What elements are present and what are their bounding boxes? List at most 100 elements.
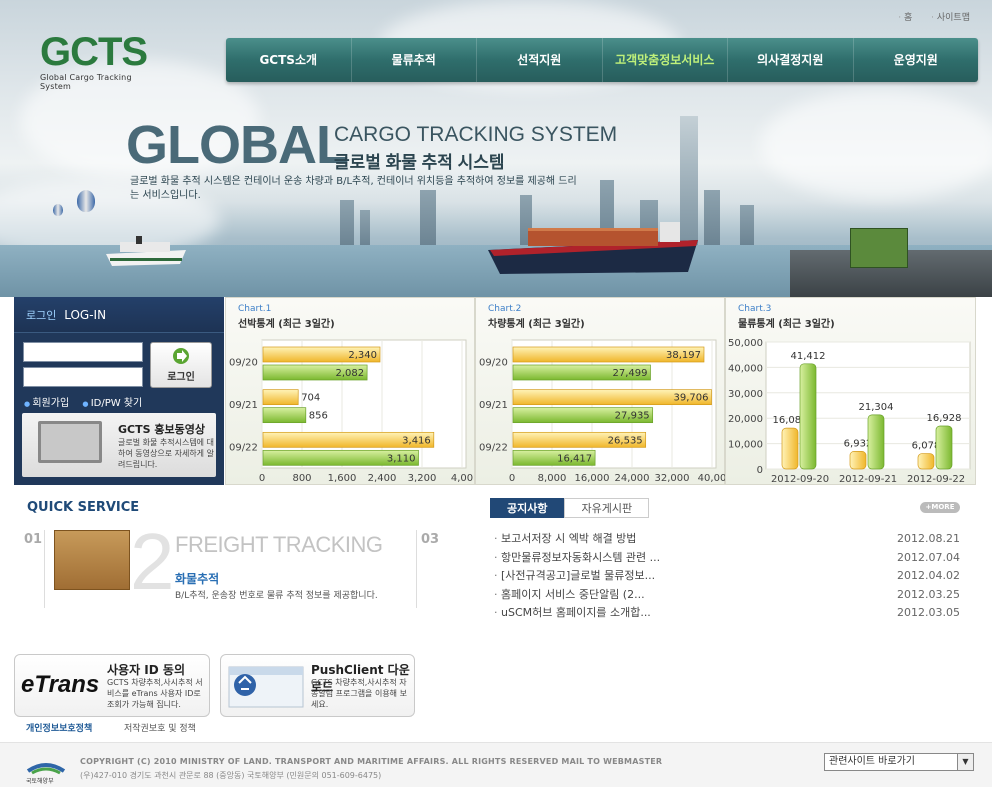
y-tick-label: 30,000 — [728, 389, 763, 400]
id-input[interactable] — [23, 342, 143, 362]
notice-title[interactable]: [사전규격공고]글로벌 물류정보... — [494, 567, 655, 586]
nav-item-custom-info[interactable]: 고객맞춤정보서비스 — [603, 38, 728, 82]
x-tick-label: 3,200 — [408, 473, 437, 484]
y-tick-label: 0 — [757, 465, 763, 476]
notice-title[interactable]: 항만물류정보자동화시스템 관련 ... — [494, 549, 660, 568]
y-tick-label: 09/20 — [229, 357, 258, 368]
nav-item-shipping-support[interactable]: 선적지원 — [477, 38, 603, 82]
data-label: 3,110 — [387, 453, 416, 464]
x-tick-label: 40,00 — [698, 473, 726, 484]
x-tick-label: 32,000 — [655, 473, 690, 484]
hero-title-ko: 글로벌 화물 추적 시스템 — [334, 153, 505, 172]
privacy-policy-link[interactable]: 개인정보보호정책 — [26, 721, 92, 734]
quick-service-title: QUICK SERVICE — [27, 500, 140, 515]
y-tick-label: 09/21 — [229, 400, 258, 411]
chart-panel-1: 0 800 1,600 2,400 3,200 4,00 09/20 2,340 2,082 09… — [225, 297, 475, 485]
data-label: 21,304 — [859, 402, 894, 413]
data-label: 704 — [301, 393, 320, 404]
bar — [849, 451, 867, 470]
y-tick-label: 50,000 — [728, 338, 763, 349]
pushclient-description: GCTS 차량추적,사시추적 자동알림 프로그램을 이용해 보세요. — [311, 678, 407, 709]
x-tick-label: 0 — [509, 473, 515, 484]
login-header: 로그인 LOG-IN — [14, 297, 224, 333]
login-button[interactable]: 로그인 — [150, 342, 212, 388]
list-item[interactable]: 보고서저장 시 엑박 해결 방법 2012.08.21 — [494, 530, 960, 549]
quick-number-3[interactable]: 03 — [421, 532, 439, 547]
bar — [935, 425, 953, 470]
etrans-description: GCTS 차량추적,사시추적 서비스를 eTrans 사용자 ID로 조회가 가… — [107, 678, 203, 709]
promo-title: GCTS 홍보동영상 — [118, 423, 205, 436]
monitor-icon — [38, 421, 102, 463]
list-item[interactable]: uSCM허브 홈페이지를 소개합... 2012.03.05 — [494, 604, 960, 623]
tab-free-board[interactable]: 자유게시판 — [564, 498, 650, 518]
notice-date: 2012.08.21 — [897, 532, 960, 545]
main-nav: GCTS소개 물류추적 선적지원 고객맞춤정보서비스 의사결정지원 운영지원 — [226, 38, 978, 82]
ferry-graphic — [106, 236, 186, 266]
chart-panel-2: 0 8,000 16,000 24,000 32,000 40,00 09/20 38,197… — [475, 297, 726, 485]
sitemap-link[interactable]: 사이트맵 — [931, 13, 970, 23]
divider — [416, 530, 417, 608]
etrans-link-box[interactable]: eTrans 사용자 ID 동의 GCTS 차량추적,사시추적 서비스를 eTr… — [14, 654, 210, 717]
notice-title[interactable]: uSCM허브 홈페이지를 소개합... — [494, 604, 651, 623]
y-tick-label: 20,000 — [728, 414, 763, 425]
hero-title-en: CARGO TRACKING SYSTEM — [334, 123, 618, 146]
site-logo[interactable]: GCTS Global Cargo Tracking System — [40, 32, 160, 91]
balloon-graphic — [77, 190, 95, 212]
bar — [867, 414, 885, 470]
x-tick-label: 2012-09-21 — [839, 474, 897, 485]
y-tick-label: 40,000 — [728, 363, 763, 374]
login-panel: 로그인 LOG-IN 로그인 회원가입 ID/PW 찾기 GCTS 홍보동영상 … — [14, 297, 224, 485]
etrans-title: 사용자 ID 동의 — [107, 663, 185, 677]
nav-item-gcts-intro[interactable]: GCTS소개 — [226, 38, 352, 82]
x-tick-label: 24,000 — [615, 473, 650, 484]
related-sites-select[interactable]: 관련사이트 바로가기 ▼ — [824, 753, 974, 771]
copyright-text: COPYRIGHT (C) 2010 MINISTRY OF LAND. TRA… — [80, 757, 663, 766]
find-id-pw-link[interactable]: ID/PW 찾기 — [82, 398, 142, 409]
pushclient-link-box[interactable]: PushClient 다운로드 GCTS 차량추적,사시추적 자동알림 프로그램… — [220, 654, 415, 717]
quick-item-title-ko[interactable]: 화물추적 — [175, 570, 219, 587]
list-item[interactable]: 홈페이지 서비스 중단알림 (2... 2012.03.25 — [494, 586, 960, 605]
data-label: 27,935 — [615, 411, 650, 422]
data-label: 41,412 — [791, 351, 826, 362]
list-item[interactable]: 항만물류정보자동화시스템 관련 ... 2012.07.04 — [494, 549, 960, 568]
notice-list: 보고서저장 시 엑박 해결 방법 2012.08.21 항만물류정보자동화시스템 … — [494, 530, 960, 623]
data-label: 3,416 — [402, 435, 431, 446]
list-item[interactable]: [사전규격공고]글로벌 물류정보... 2012.04.02 — [494, 567, 960, 586]
y-tick-label: 09/22 — [229, 443, 258, 454]
hero-description: 글로벌 화물 추적 시스템은 컨테이너 운송 차량과 B/L추적, 컨테이너 위… — [130, 176, 577, 201]
notice-date: 2012.03.05 — [897, 606, 960, 619]
footer: 국토해양부 COPYRIGHT (C) 2010 MINISTRY OF LAN… — [0, 742, 992, 787]
tab-notice[interactable]: 공지사항 — [490, 498, 565, 518]
y-tick-label: 09/20 — [479, 357, 508, 368]
data-label: 16,928 — [927, 413, 962, 424]
notice-title[interactable]: 보고서저장 시 엑박 해결 방법 — [494, 530, 636, 549]
hero-headline: GLOBAL — [126, 115, 349, 175]
balloon-graphic — [53, 204, 63, 216]
nav-item-operation-support[interactable]: 운영지원 — [854, 38, 979, 82]
data-label: 27,499 — [612, 368, 647, 379]
more-button[interactable]: +MORE — [920, 502, 960, 513]
promo-video-box[interactable]: GCTS 홍보동영상 글로벌 화물 추적시스템에 대하여 동영상으로 자세하게 … — [22, 413, 216, 477]
password-input[interactable] — [23, 367, 143, 387]
nav-item-decision-support[interactable]: 의사결정지원 — [728, 38, 854, 82]
quick-item-title-en[interactable]: FREIGHT TRACKING — [175, 532, 383, 558]
notice-date: 2012.07.04 — [897, 550, 960, 564]
chevron-down-icon: ▼ — [957, 754, 973, 770]
chart-title: 선박통계 (최근 3일간) — [238, 319, 335, 330]
cargo-box-icon — [54, 530, 130, 590]
home-link[interactable]: 홈 — [898, 13, 912, 23]
copyright-policy-link[interactable]: 저작권보호 및 정책 — [124, 721, 196, 734]
chart-caption: Chart.1 — [238, 304, 272, 314]
truck-graphic — [850, 228, 908, 268]
bar — [262, 407, 307, 424]
x-tick-label: 8,000 — [538, 473, 567, 484]
quick-number-2: 2 — [130, 517, 175, 606]
quick-number-1[interactable]: 01 — [24, 532, 42, 547]
notice-title[interactable]: 홈페이지 서비스 중단알림 (2... — [494, 586, 645, 605]
signup-link[interactable]: 회원가입 — [24, 398, 69, 409]
data-label: 16,417 — [557, 453, 592, 464]
nav-item-logistics-tracking[interactable]: 물류추적 — [352, 38, 477, 82]
bar — [262, 389, 299, 406]
chart-title: 물류통계 (최근 3일간) — [738, 319, 835, 330]
x-tick-label: 1,600 — [328, 473, 357, 484]
